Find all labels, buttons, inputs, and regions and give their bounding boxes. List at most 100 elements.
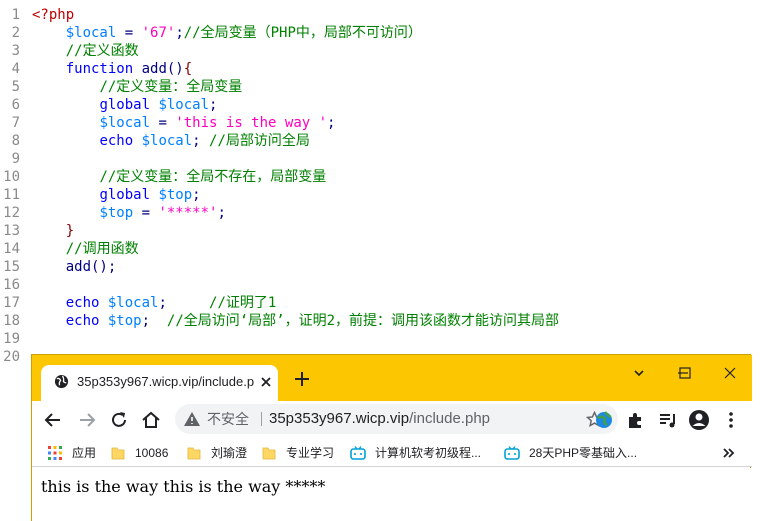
address-bar[interactable]: 不安全 35p353y967.wicp.vip/include.php [175, 404, 618, 434]
code-token: = [116, 25, 142, 41]
insecure-label[interactable]: 不安全 [207, 410, 249, 428]
code-text: //定义函数 [32, 42, 139, 60]
apps-grid-icon [48, 446, 62, 460]
forward-arrow-icon[interactable] [76, 409, 98, 431]
line-number: 5 [11, 79, 20, 95]
code-token: 'this is the way ' [175, 115, 328, 131]
bookmark-label: 应用 [72, 446, 97, 460]
menu-dots-icon[interactable] [720, 409, 742, 431]
line-number: 16 [3, 277, 20, 293]
reload-icon[interactable] [108, 409, 130, 431]
browser-tab[interactable]: 35p353y967.wicp.vip/include.php [41, 365, 278, 401]
code-line[interactable]: 14 //调用函数 [0, 240, 762, 258]
code-token: ; [192, 187, 201, 203]
url-path: /include.php [409, 410, 491, 427]
code-line[interactable]: 19 [0, 330, 762, 348]
bookmark-ruankao[interactable]: 计算机软考初级程... [350, 444, 495, 462]
code-line[interactable]: 12 $top = '*****'; [0, 204, 762, 222]
code-line[interactable]: 17 echo $local; //证明了1 [0, 294, 762, 312]
code-text: global $local; [32, 96, 217, 114]
folder-icon [187, 447, 201, 460]
code-line[interactable]: 6 global $local; [0, 96, 762, 114]
new-tab-icon[interactable] [294, 371, 310, 387]
chevron-double-right-icon[interactable] [722, 444, 736, 462]
code-line[interactable]: 13 } [0, 222, 762, 240]
page-content: this is the way this is the way ***** [32, 468, 752, 521]
bookmark-label: 28天PHP零基础入... [529, 446, 638, 460]
code-line[interactable]: 10 //定义变量：全局不存在，局部变量 [0, 168, 762, 186]
code-line[interactable]: 18 echo $top; //全局访问‘局部’，证明2，前提：调用该函数才能访… [0, 312, 762, 330]
bookmarks-bar: 应用 10086 刘瑜澄 专业学习 计算机软考初级程... 28天PHP零基础入… [32, 439, 752, 467]
profile-avatar-icon[interactable] [688, 409, 710, 431]
folder-icon [111, 447, 125, 460]
code-token: = [150, 115, 176, 131]
code-line[interactable]: 4 function add(){ [0, 60, 762, 78]
bookmark-zhuanye-xuexi[interactable]: 专业学习 [261, 444, 345, 462]
code-token: $local [107, 295, 159, 311]
code-line[interactable]: 11 global $top; [0, 186, 762, 204]
code-line[interactable]: 1 <?php [0, 6, 762, 24]
code-token: echo [65, 295, 100, 311]
code-line[interactable]: 9 [0, 150, 762, 168]
home-icon[interactable] [140, 409, 162, 431]
code-token: //全局变量（PHP中，局部不可访问） [183, 25, 422, 41]
code-text: function add(){ [32, 60, 192, 78]
extensions-puzzle-icon[interactable] [625, 409, 647, 431]
code-line[interactable]: 8 echo $local; //局部访问全局 [0, 132, 762, 150]
bookmark-10086[interactable]: 10086 [110, 444, 182, 462]
warning-icon[interactable] [183, 411, 201, 427]
back-arrow-icon[interactable] [42, 409, 64, 431]
close-icon[interactable] [257, 373, 275, 391]
code-line[interactable]: 2 $local = '67';//全局变量（PHP中，局部不可访问） [0, 24, 762, 42]
code-token: //调用函数 [65, 241, 139, 257]
window-close-icon[interactable] [719, 362, 741, 384]
code-token: { [183, 61, 193, 77]
bookmark-label: 刘瑜澄 [211, 446, 248, 460]
tab-search-icon[interactable] [628, 362, 650, 384]
line-number: 17 [3, 295, 20, 311]
maximize-icon[interactable] [674, 362, 696, 384]
code-line[interactable]: 3 //定义函数 [0, 42, 762, 60]
code-token: //定义变量：全局变量 [99, 79, 243, 95]
extension-globe-icon[interactable] [593, 409, 615, 431]
bookmark-liuyucheng[interactable]: 刘瑜澄 [186, 444, 266, 462]
code-token: ; [175, 25, 184, 41]
bookmark-php-course[interactable]: 28天PHP零基础入... [504, 444, 644, 462]
line-number: 13 [3, 223, 20, 239]
code-line[interactable]: 15 add(); [0, 258, 762, 276]
globe-icon [54, 374, 69, 389]
code-line[interactable]: 16 [0, 276, 762, 294]
code-token: ; [158, 295, 210, 311]
code-token: //证明了1 [209, 295, 277, 311]
code-token: global [99, 97, 151, 113]
line-number: 7 [11, 115, 20, 131]
code-token: $local [65, 25, 117, 41]
code-token: add(); [65, 259, 117, 275]
bookmark-label: 计算机软考初级程... [375, 446, 482, 460]
code-text: $local = 'this is the way '; [32, 114, 335, 132]
code-token: $local [141, 133, 193, 149]
code-line[interactable]: 5 //定义变量：全局变量 [0, 78, 762, 96]
code-token: $top [107, 313, 142, 329]
code-text: global $top; [32, 186, 201, 204]
bilibili-icon [504, 446, 520, 460]
code-line[interactable]: 7 $local = 'this is the way '; [0, 114, 762, 132]
bookmark-apps[interactable]: 应用 [47, 444, 117, 462]
url-text[interactable]: 35p353y967.wicp.vip/include.php [269, 410, 490, 428]
reading-list-icon[interactable] [657, 409, 679, 431]
code-token: '*****' [158, 205, 218, 221]
line-number: 6 [11, 97, 20, 113]
code-text: $local = '67';//全局变量（PHP中，局部不可访问） [32, 24, 422, 42]
